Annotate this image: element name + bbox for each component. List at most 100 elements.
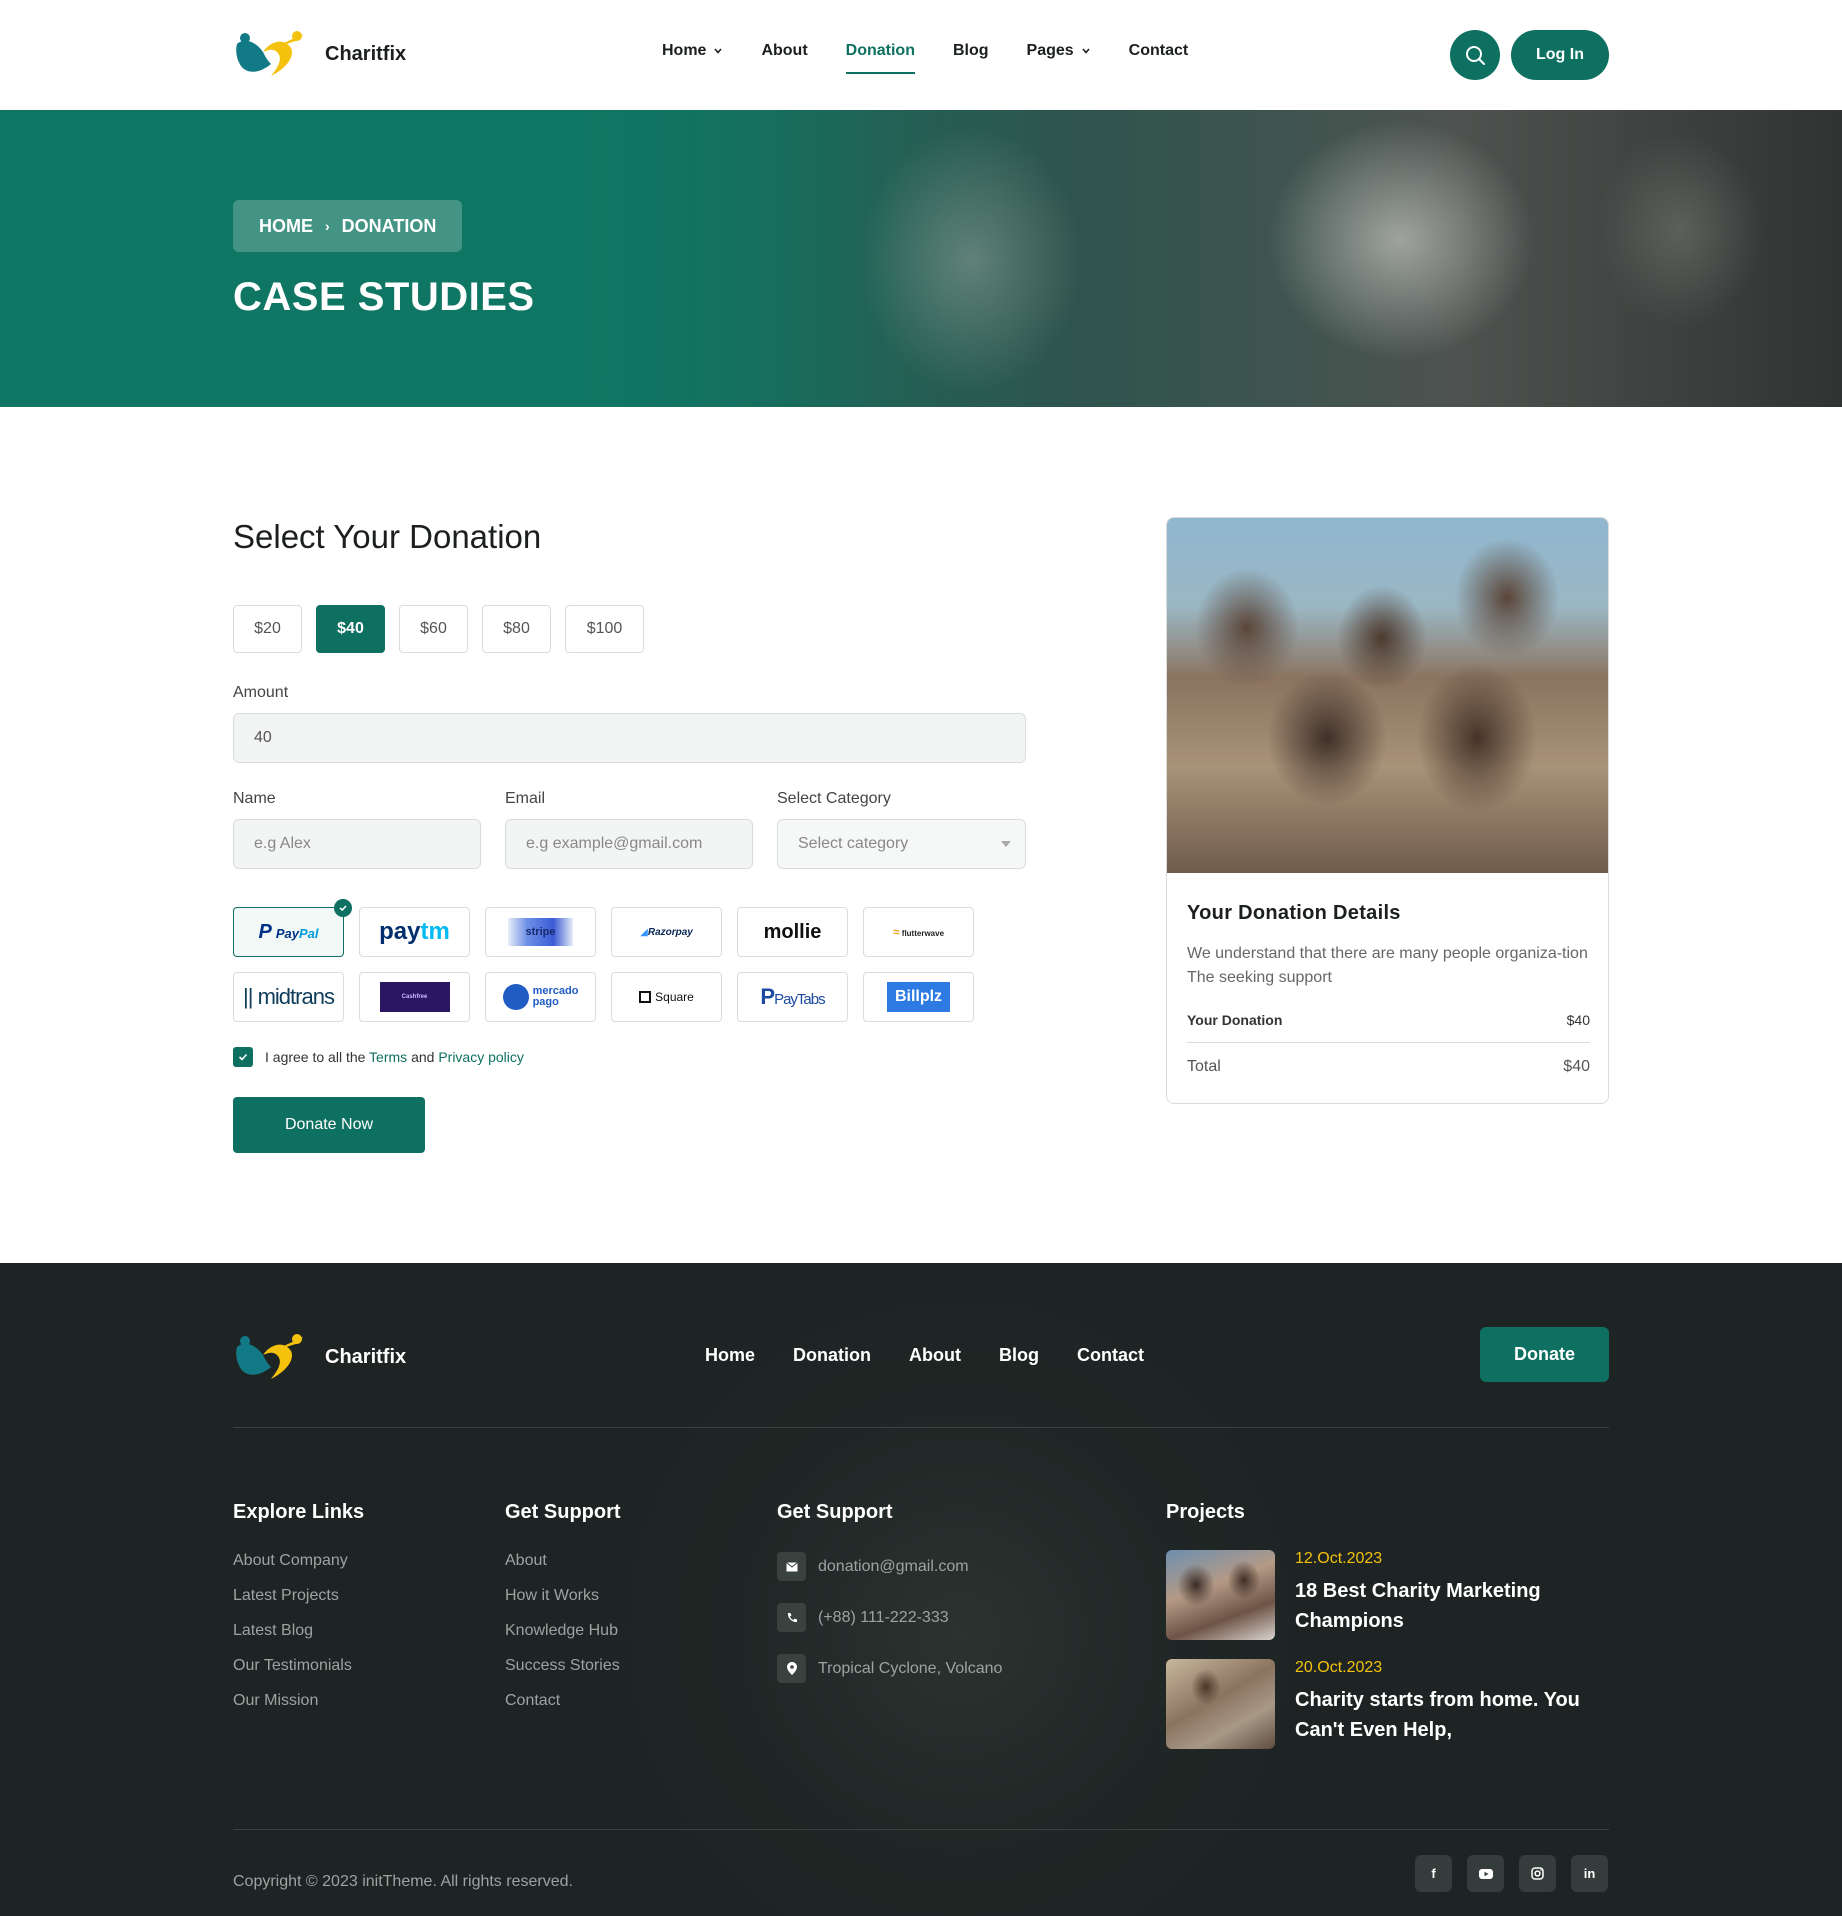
phone-icon [777,1603,806,1632]
payment-razorpay[interactable]: ◢Razorpay [611,907,722,957]
category-select[interactable]: Select category [777,819,1026,869]
footer-donate-button[interactable]: Donate [1480,1327,1609,1382]
total-value: $40 [1563,1058,1590,1075]
footer-divider [233,1427,1609,1428]
footer-link[interactable]: Success Stories [505,1657,621,1676]
hero-overlay [0,110,900,407]
explore-links-title: Explore Links [233,1501,365,1523]
breadcrumb: HOME › DONATION [233,200,463,252]
payment-square[interactable]: Square [611,972,722,1022]
brand-name: Charitfix [325,42,407,65]
amount-option-80[interactable]: $80 [482,605,551,653]
payment-midtrans[interactable]: || midtrans [233,972,344,1022]
search-button[interactable] [1450,30,1500,80]
details-description: We understand that there are many people… [1187,945,1588,986]
project-item[interactable]: 12.Oct.2023 18 Best Charity Marketing Ch… [1166,1550,1605,1640]
linkedin-icon[interactable]: in [1571,1855,1608,1892]
footer-link[interactable]: Latest Blog [233,1622,364,1641]
nav-donation[interactable]: Donation [845,42,916,74]
payment-mercado-pago[interactable]: mercado pago [485,972,596,1022]
location-pin-icon [777,1654,806,1683]
nav-contact[interactable]: Contact [1129,42,1189,60]
amount-option-40[interactable]: $40 [316,605,385,653]
site-logo[interactable]: Charitfix [233,30,406,78]
name-input[interactable]: e.g Alex [233,819,481,869]
contact-address-text: Tropical Cyclone, Volcano [818,1659,1003,1677]
project-title[interactable]: 18 Best Charity Marketing Champions [1295,1576,1605,1636]
amount-option-20[interactable]: $20 [233,605,302,653]
square-logo: Square [639,990,694,1004]
footer-link[interactable]: Our Mission [233,1692,364,1711]
footer-link[interactable]: About Company [233,1552,364,1571]
agree-checkbox[interactable] [233,1047,253,1067]
youtube-icon[interactable] [1467,1855,1504,1892]
explore-links-column: Explore Links About Company Latest Proje… [233,1501,364,1727]
login-button[interactable]: Log In [1511,30,1609,80]
selected-check-icon [334,899,352,917]
contact-phone-text: (+88) 111-222-333 [818,1608,949,1626]
project-item[interactable]: 20.Oct.2023 Charity starts from home. Yo… [1166,1659,1605,1749]
contact-email[interactable]: donation@gmail.com [777,1552,1002,1581]
support-links-column: Get Support About How it Works Knowledge… [505,1501,621,1727]
payment-stripe[interactable]: stripe [485,907,596,957]
payment-paytm[interactable]: paytm [359,907,470,957]
footer-link[interactable]: How it Works [505,1587,621,1606]
footer-logo[interactable]: Charitfix [233,1333,406,1381]
nav-about[interactable]: About [761,42,807,60]
breadcrumb-home[interactable]: HOME [259,216,313,237]
footer-link[interactable]: Contact [505,1692,621,1711]
payment-flutterwave[interactable]: ≈ flutterwave [863,907,974,957]
amount-option-100[interactable]: $100 [565,605,644,653]
project-text: 12.Oct.2023 18 Best Charity Marketing Ch… [1295,1550,1605,1640]
billplz-logo: Billplz [886,982,951,1012]
terms-agreement: I agree to all the Terms and Privacy pol… [233,1047,524,1067]
flutterwave-logo: ≈ flutterwave [892,925,945,939]
nav-blog[interactable]: Blog [953,42,989,60]
nav-pages[interactable]: Pages [1027,42,1091,60]
instagram-icon[interactable] [1519,1855,1556,1892]
email-label: Email [505,790,546,807]
agree-text: I agree to all the Terms and Privacy pol… [265,1049,524,1065]
paytabs-logo: PPayTabs [760,984,825,1009]
donation-section-title: Select Your Donation [233,518,542,555]
footer-link[interactable]: About [505,1552,621,1571]
donate-now-button[interactable]: Donate Now [233,1097,425,1153]
facebook-icon[interactable]: f [1415,1855,1452,1892]
search-icon [1466,46,1485,65]
project-title[interactable]: Charity starts from home. You Can't Even… [1295,1685,1605,1745]
nav-home[interactable]: Home [662,42,723,60]
amount-option-60[interactable]: $60 [399,605,468,653]
footer-nav-about[interactable]: About [909,1345,961,1366]
project-date: 12.Oct.2023 [1295,1550,1383,1567]
footer-link[interactable]: Knowledge Hub [505,1622,621,1641]
payment-paytabs[interactable]: PPayTabs [737,972,848,1022]
terms-link[interactable]: Terms [369,1049,407,1065]
footer-link[interactable]: Latest Projects [233,1587,364,1606]
total-label: Total [1187,1058,1221,1075]
details-title: Your Donation Details [1187,902,1401,924]
payment-cashfree[interactable]: Cashfree [359,972,470,1022]
paypal-logo: P PayPal [258,920,319,943]
contact-phone[interactable]: (+88) 111-222-333 [777,1603,1002,1632]
project-date: 20.Oct.2023 [1295,1659,1383,1676]
privacy-link[interactable]: Privacy policy [438,1049,524,1065]
email-input[interactable]: e.g example@gmail.com [505,819,753,869]
footer-nav-donation[interactable]: Donation [793,1345,871,1366]
midtrans-logo: || midtrans [243,984,335,1009]
footer-link[interactable]: Our Testimonials [233,1657,364,1676]
payment-billplz[interactable]: Billplz [863,972,974,1022]
project-thumbnail [1166,1550,1275,1640]
breadcrumb-separator-icon: › [325,218,330,234]
mail-icon [777,1552,806,1581]
amount-input[interactable]: 40 [233,713,1026,763]
footer-nav-contact[interactable]: Contact [1077,1345,1144,1366]
payment-paypal[interactable]: P PayPal [233,899,352,957]
mollie-logo: mollie [763,920,822,943]
payment-mollie[interactable]: mollie [737,907,848,957]
razorpay-logo: ◢Razorpay [640,926,693,938]
footer-nav-blog[interactable]: Blog [999,1345,1039,1366]
nav-contact-label: Contact [1128,42,1189,59]
contact-column: Get Support donation@gmail.com (+88) 111… [777,1501,1002,1705]
footer-nav-home[interactable]: Home [705,1345,755,1366]
contact-title: Get Support [777,1501,893,1523]
